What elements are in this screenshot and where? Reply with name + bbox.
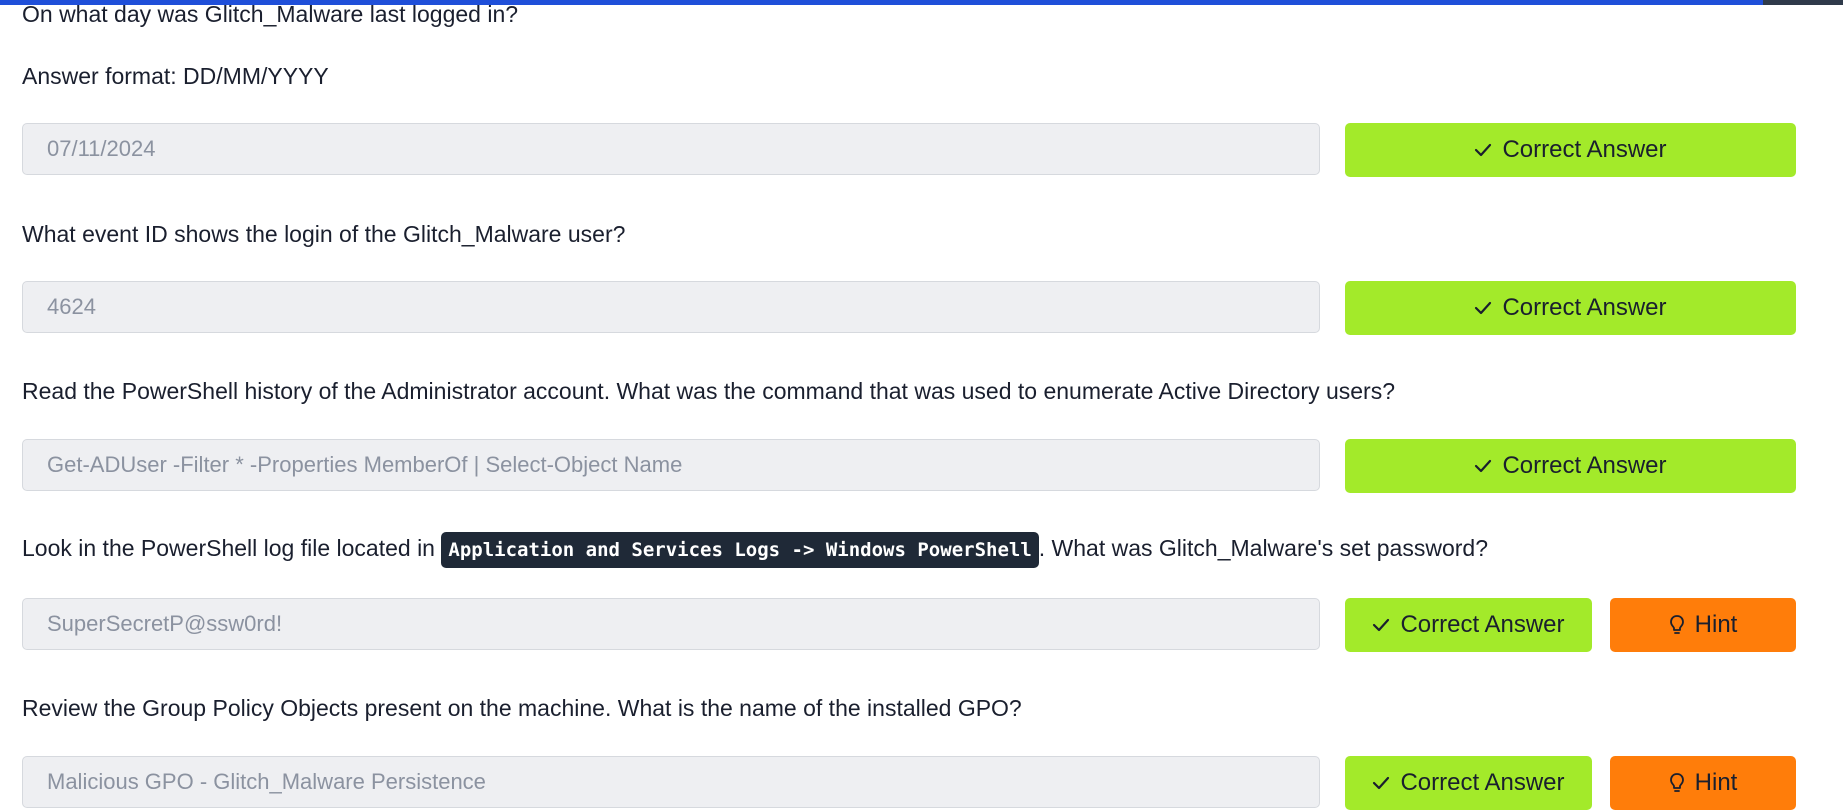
question-5-answer-input[interactable] [22,756,1320,808]
check-icon [1474,143,1492,157]
question-4-hint-button[interactable]: Hint [1610,598,1796,652]
question-1-answer-row: Correct Answer [22,123,1796,177]
question-1-text: On what day was Glitch_Malware last logg… [22,1,519,27]
question-4-text: Look in the PowerShell log file located … [22,532,1488,568]
log-path-code: Application and Services Logs -> Windows… [441,532,1039,568]
question-1-correct-answer-button[interactable]: Correct Answer [1345,123,1796,177]
question-4-correct-answer-label: Correct Answer [1400,611,1565,638]
question-2-correct-answer-button[interactable]: Correct Answer [1345,281,1796,335]
question-4-text-after: . What was Glitch_Malware's set password… [1038,535,1488,562]
question-2-correct-answer-label: Correct Answer [1502,294,1667,321]
question-4-correct-answer-button[interactable]: Correct Answer [1345,598,1592,652]
check-icon [1474,459,1492,473]
question-1-correct-answer-label: Correct Answer [1502,136,1667,163]
question-2-answer-input[interactable] [22,281,1320,333]
question-2-answer-row: Correct Answer [22,281,1796,335]
question-4-text-before: Look in the PowerShell log file located … [22,535,442,562]
check-icon [1372,776,1390,790]
question-3-text: Read the PowerShell history of the Admin… [22,378,1395,404]
question-5-correct-answer-label: Correct Answer [1400,769,1565,796]
question-3-answer-row: Correct Answer [22,439,1796,493]
question-3-correct-answer-label: Correct Answer [1502,452,1667,479]
question-4-answer-row: Correct Answer Hint [22,598,1796,652]
question-3-answer-input[interactable] [22,439,1320,491]
question-3-correct-answer-button[interactable]: Correct Answer [1345,439,1796,493]
lightbulb-icon [1669,772,1685,794]
question-1-format: Answer format: DD/MM/YYYY [22,63,329,89]
question-5-text: Review the Group Policy Objects present … [22,695,1022,721]
question-4-hint-label: Hint [1694,611,1738,638]
question-5-hint-label: Hint [1694,769,1738,796]
lightbulb-icon [1669,614,1685,636]
check-icon [1372,618,1390,632]
topbar-corner [1763,0,1843,5]
question-2-text: What event ID shows the login of the Gli… [22,221,626,247]
question-1-answer-input[interactable] [22,123,1320,175]
check-icon [1474,301,1492,315]
question-4-answer-input[interactable] [22,598,1320,650]
